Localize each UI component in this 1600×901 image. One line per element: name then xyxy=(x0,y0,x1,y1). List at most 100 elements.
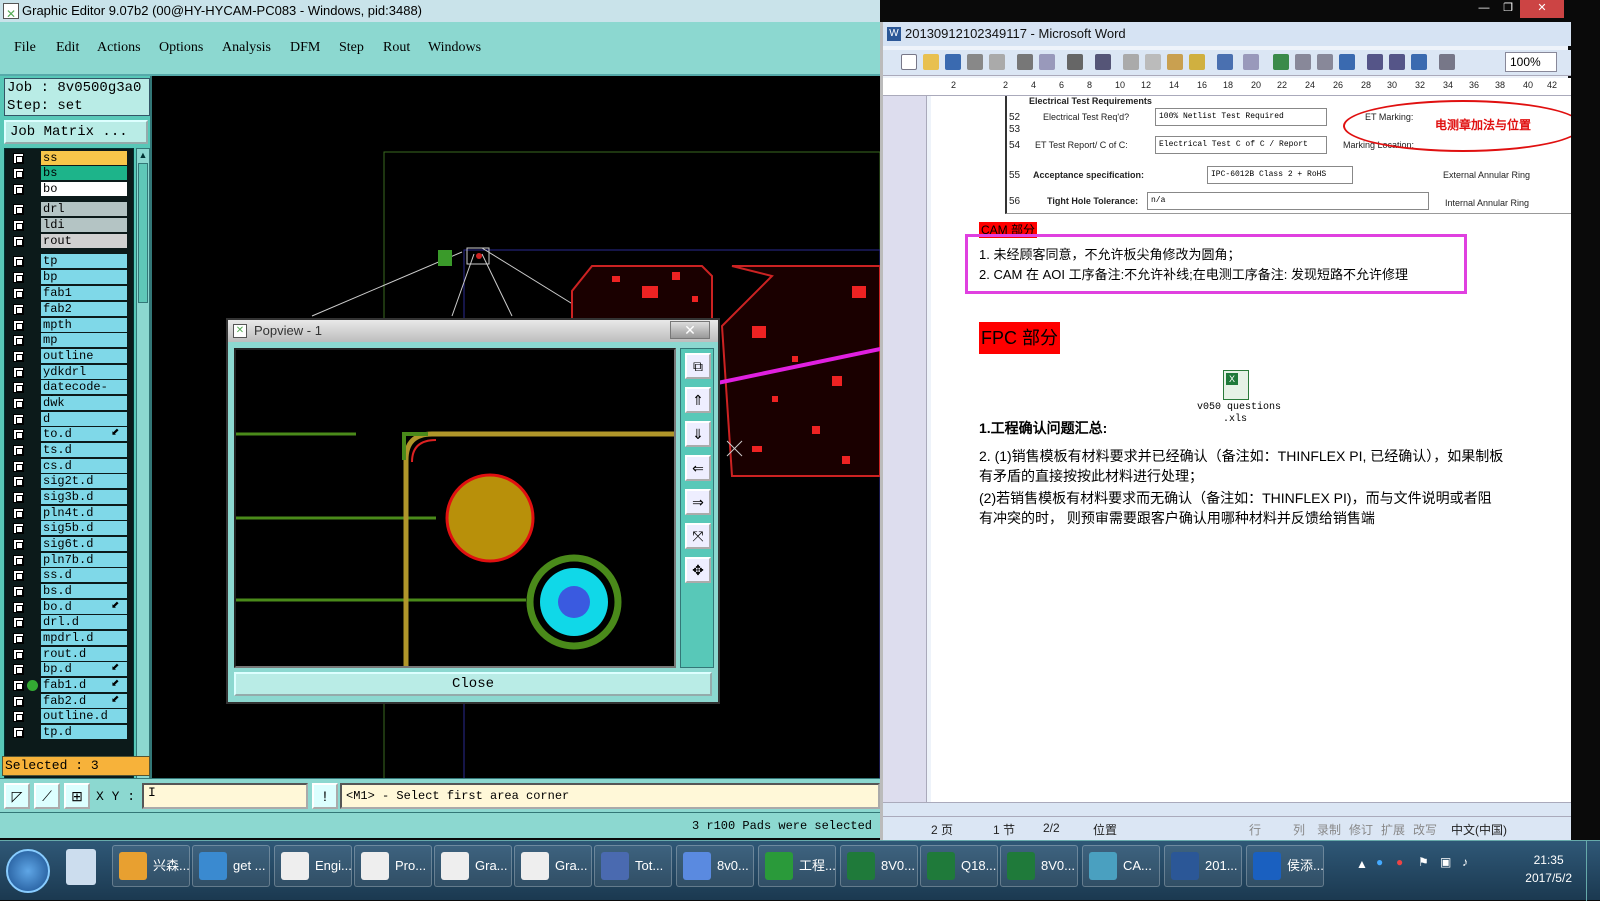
zoom-select[interactable]: 100% xyxy=(1505,52,1557,72)
tables-icon[interactable] xyxy=(1295,54,1311,70)
hyperlink-icon[interactable] xyxy=(1273,54,1289,70)
show-hide-icon[interactable] xyxy=(1439,54,1455,70)
taskbar-item-label: Gra... xyxy=(555,858,588,873)
grid-icon[interactable]: ⊞ xyxy=(64,783,90,809)
taskbar-item[interactable]: get ... xyxy=(192,845,270,887)
taskbar-item[interactable]: 8V0... xyxy=(1000,845,1078,887)
taskbar-item-label: CA... xyxy=(1123,858,1152,873)
status-revision[interactable]: 修订 xyxy=(1349,821,1373,838)
pan-down-icon[interactable]: ⇓ xyxy=(685,421,711,447)
cut-icon[interactable] xyxy=(1123,54,1139,70)
ruler-tick-label: 36 xyxy=(1469,80,1480,90)
print-preview-icon[interactable] xyxy=(1039,54,1055,70)
tray-flag-icon[interactable]: ⚑ xyxy=(1418,855,1429,869)
measure-icon[interactable]: ⟋ xyxy=(34,783,60,809)
zoom-fit-icon[interactable]: ⤧ xyxy=(685,523,711,549)
paste-icon[interactable] xyxy=(1167,54,1183,70)
doc-map-icon[interactable] xyxy=(1411,54,1427,70)
popview-title-bar[interactable]: ✕ Popview - 1 ✕ xyxy=(228,320,718,342)
word-hscrollbar[interactable] xyxy=(883,802,1571,816)
et-req-value: 100% Netlist Test Required xyxy=(1159,112,1284,121)
taskbar-item[interactable]: 侯添... xyxy=(1246,845,1324,887)
tray-app-icon[interactable]: ● xyxy=(1376,855,1383,869)
info-icon[interactable]: ! xyxy=(312,783,338,809)
taskbar-item[interactable]: Q18... xyxy=(920,845,998,887)
taskbar-item[interactable]: 兴森... xyxy=(112,845,190,887)
et-req-label: Electrical Test Req'd? xyxy=(1043,112,1130,122)
new-doc-icon[interactable] xyxy=(901,54,917,70)
popview-close-icon[interactable]: ✕ xyxy=(670,321,710,339)
columns-icon[interactable] xyxy=(1367,54,1383,70)
popview-toolbar: ⧉ ⇑ ⇓ ⇐ ⇒ ⤧ ✥ xyxy=(680,348,714,668)
taskbar-item[interactable]: CA... xyxy=(1082,845,1160,887)
open-icon[interactable] xyxy=(923,54,939,70)
et-req-select[interactable]: 100% Netlist Test Required xyxy=(1155,108,1327,126)
taskbar-item[interactable]: Gra... xyxy=(514,845,592,887)
xy-input[interactable]: I xyxy=(142,783,308,809)
taskbar-item[interactable]: Gra... xyxy=(434,845,512,887)
save-icon[interactable] xyxy=(945,54,961,70)
taskbar-item[interactable]: 8V0... xyxy=(840,845,918,887)
pan-up-icon[interactable]: ⇑ xyxy=(685,387,711,413)
taskbar-app-icon xyxy=(683,852,711,880)
tray-network-icon[interactable]: ▣ xyxy=(1440,855,1451,869)
window-close-icon[interactable]: ✕ xyxy=(1520,0,1564,18)
ruler-tick-label: 10 xyxy=(1115,80,1126,90)
pan-left-icon[interactable]: ⇐ xyxy=(685,455,711,481)
status-extend[interactable]: 扩展 xyxy=(1381,821,1405,838)
ruler-tick-label: 2 xyxy=(951,80,957,90)
taskbar-item[interactable]: Tot... xyxy=(594,845,672,887)
zoom-window-icon[interactable]: ⧉ xyxy=(685,353,711,379)
start-button[interactable] xyxy=(6,849,50,893)
et-report-select[interactable]: Electrical Test C of C / Report xyxy=(1155,136,1327,154)
tray-arrow-icon[interactable]: ▲ xyxy=(1356,857,1368,871)
word-window-title: 20130912102349117 - Microsoft Word xyxy=(905,26,1126,41)
tray-volume-icon[interactable]: ♪ xyxy=(1462,855,1468,869)
ruler-tick-label: 2 xyxy=(1003,80,1009,90)
restore-icon[interactable]: ❐ xyxy=(1496,0,1520,18)
selection-status: 3 r100 Pads were selected xyxy=(691,819,872,833)
clock[interactable]: 21:35 2017/5/2 xyxy=(1525,851,1572,887)
popview-canvas[interactable] xyxy=(234,348,676,668)
show-desktop-button[interactable] xyxy=(1586,841,1600,901)
research-icon[interactable] xyxy=(1095,54,1111,70)
vertical-ruler[interactable] xyxy=(883,96,927,802)
copy-icon[interactable] xyxy=(1145,54,1161,70)
taskbar-app-icon xyxy=(765,852,793,880)
taskbar-item[interactable]: 工程... xyxy=(758,845,836,887)
format-painter-icon[interactable] xyxy=(1189,54,1205,70)
horizontal-ruler[interactable]: 2 2 4 6 8 10 12 14 16 18 20 22 24 26 28 30 32 34 36 38 40 42 xyxy=(883,78,1571,96)
taskbar-item[interactable]: 201... xyxy=(1164,845,1242,887)
tray-security-icon[interactable]: ● xyxy=(1396,855,1403,869)
drawing-icon[interactable] xyxy=(1389,54,1405,70)
excel-icon[interactable] xyxy=(1339,54,1355,70)
ge-status-bar: 3 r100 Pads were selected xyxy=(0,812,880,838)
redo-icon[interactable] xyxy=(1243,54,1259,70)
undo-icon[interactable] xyxy=(1217,54,1233,70)
spelling-icon[interactable] xyxy=(1067,54,1083,70)
tight-select[interactable]: n/a xyxy=(1147,192,1429,210)
accept-select[interactable]: IPC-6012B Class 2 + RoHS xyxy=(1207,166,1353,184)
status-overtype[interactable]: 改写 xyxy=(1413,821,1437,838)
row-num-56: 56 xyxy=(1009,196,1021,207)
calculator-icon[interactable] xyxy=(66,849,96,885)
minimize-icon[interactable]: — xyxy=(1472,0,1496,18)
taskbar-app-icon xyxy=(361,852,389,880)
zoom-center-icon[interactable]: ✥ xyxy=(685,557,711,583)
permission-icon[interactable] xyxy=(967,54,983,70)
excel-file-icon[interactable]: X xyxy=(1223,370,1249,400)
select-mode-icon[interactable]: ◸ xyxy=(4,783,30,809)
status-record[interactable]: 录制 xyxy=(1317,821,1341,838)
popview-close-button[interactable]: Close xyxy=(234,672,712,696)
pan-right-icon[interactable]: ⇒ xyxy=(685,489,711,515)
taskbar-item[interactable]: Engi... xyxy=(274,845,352,887)
taskbar-item[interactable]: 8v0... xyxy=(676,845,754,887)
taskbar-item[interactable]: Pro... xyxy=(354,845,432,887)
insert-table-icon[interactable] xyxy=(1317,54,1333,70)
popview-title: Popview - 1 xyxy=(254,323,322,338)
print-icon[interactable] xyxy=(1017,54,1033,70)
taskbar-app-icon xyxy=(119,852,147,880)
document-page[interactable]: Electrical Test Requirements 52 53 54 55… xyxy=(931,96,1571,802)
taskbar-item-label: Pro... xyxy=(395,858,427,873)
email-icon[interactable] xyxy=(989,54,1005,70)
